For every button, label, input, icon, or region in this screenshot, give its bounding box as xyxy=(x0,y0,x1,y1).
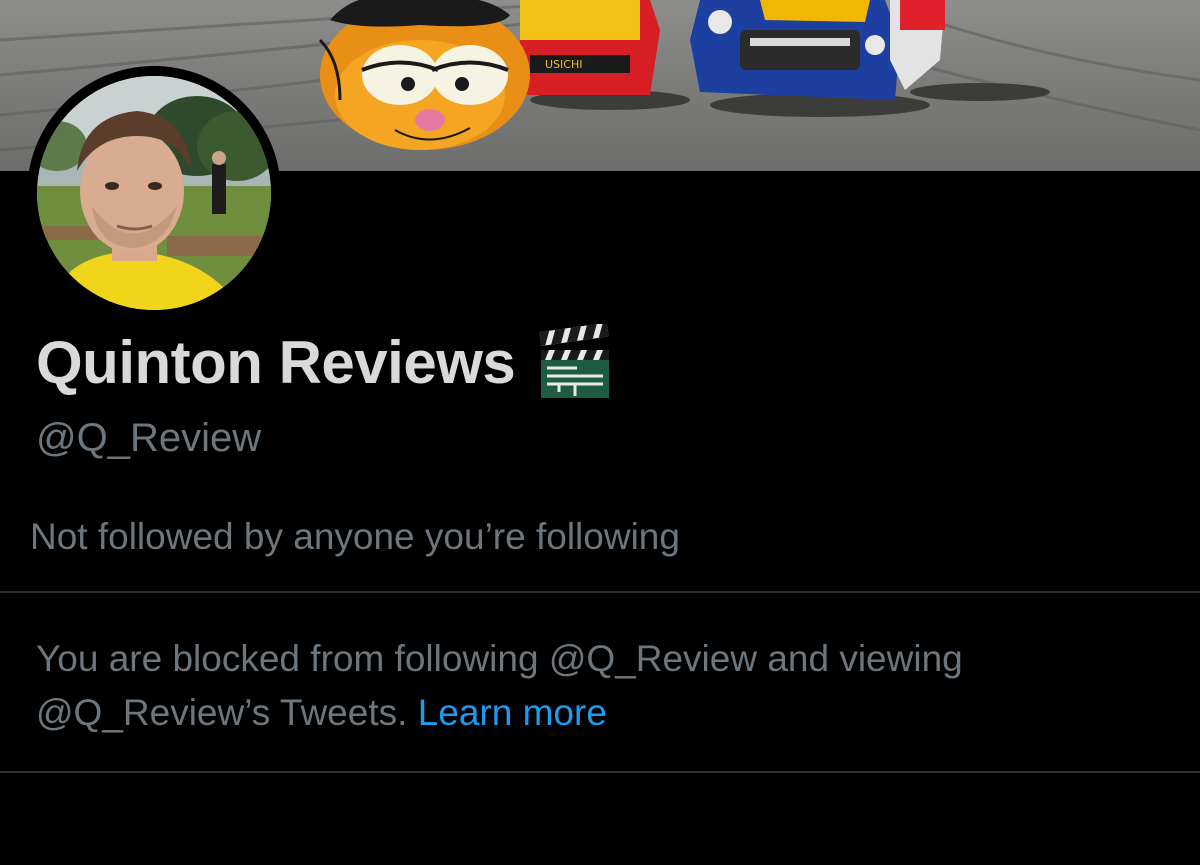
profile-avatar[interactable] xyxy=(27,66,281,320)
profile-handle: @Q_Review xyxy=(36,416,262,460)
divider xyxy=(0,591,1200,593)
learn-more-link[interactable]: Learn more xyxy=(418,692,607,733)
blocked-notice: You are blocked from following @Q_Review… xyxy=(36,632,1156,740)
blocked-message-line2: @Q_Review’s Tweets. xyxy=(36,692,408,733)
followers-you-know-text: Not followed by anyone you’re following xyxy=(30,516,680,557)
avatar-photo xyxy=(37,76,271,310)
svg-text:USICHI: USICHI xyxy=(545,58,582,71)
display-name: Quinton Reviews xyxy=(36,328,516,396)
profile-name-row: Quinton Reviews xyxy=(36,322,611,402)
divider xyxy=(0,771,1200,773)
clapper-board-icon xyxy=(537,322,611,400)
blocked-message-line1: You are blocked from following @Q_Review… xyxy=(36,638,963,679)
